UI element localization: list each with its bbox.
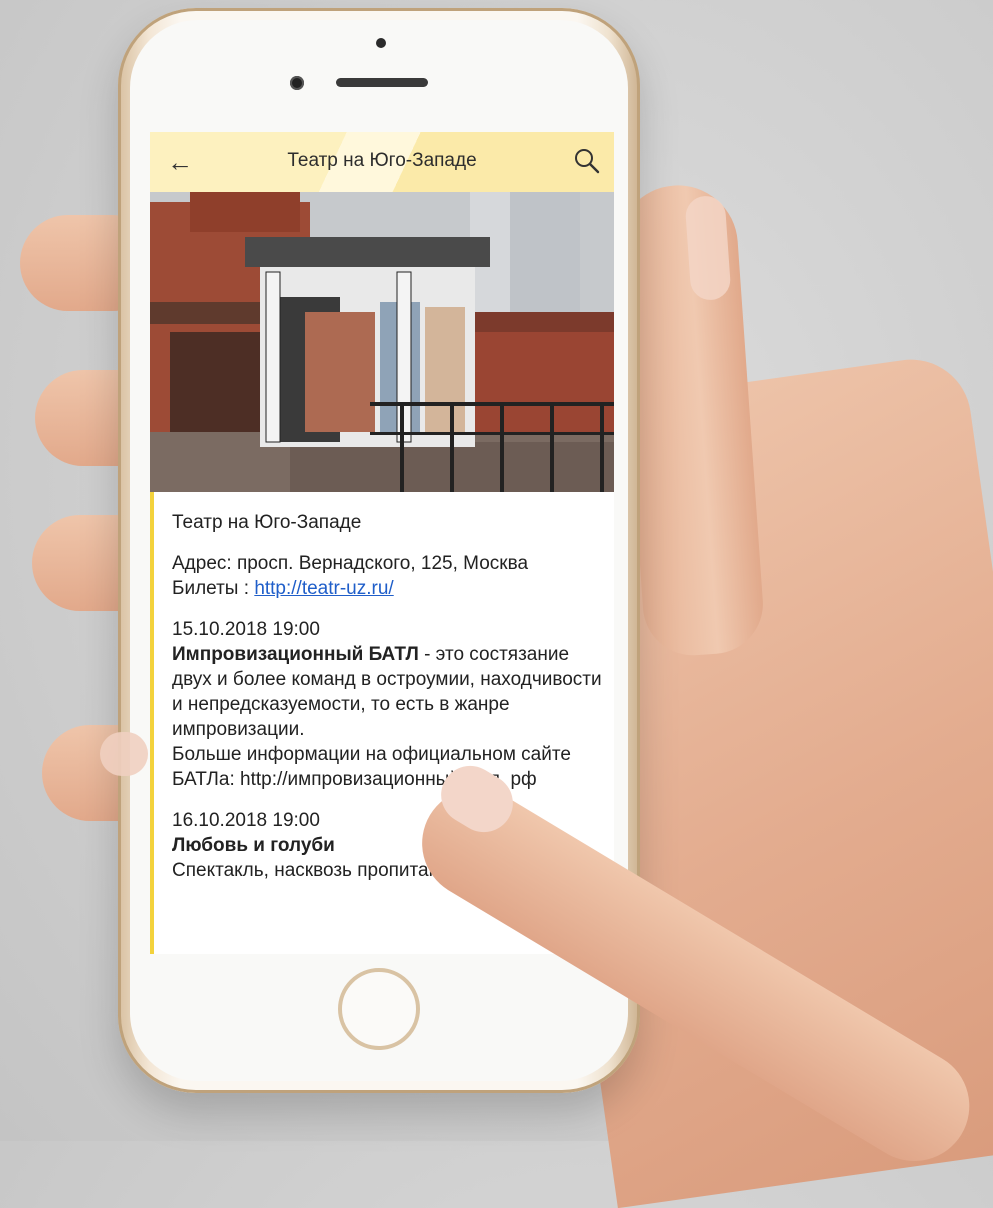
front-camera (290, 76, 304, 90)
top-camera (376, 38, 386, 48)
venue-address: Адрес: просп. Вернадского, 125, Москва (172, 553, 529, 574)
page-title: Театр на Юго-Западе (287, 150, 477, 171)
event-more-info: Больше информации на официальном сайте Б… (172, 744, 571, 790)
arrow-left-icon[interactable]: ← (164, 148, 196, 176)
event-datetime: 15.10.2018 19:00 (172, 619, 320, 640)
tickets-line: Билеты : http://teatr-uz.ru/ (172, 576, 604, 601)
theatre-photo (150, 192, 614, 492)
home-button[interactable] (338, 968, 420, 1050)
event-description: Импровизационный БАТЛ - это состязание д… (172, 642, 604, 742)
venue-name: Театр на Юго-Западе (172, 512, 362, 533)
tickets-label: Билеты : (172, 578, 255, 599)
accent-line (150, 492, 154, 954)
left-finger-nail (100, 732, 148, 776)
search-icon[interactable] (572, 146, 602, 176)
top-bar: ← Театр на Юго-Западе (150, 132, 614, 192)
event-title: Импровизационный БАТЛ (172, 644, 419, 665)
tickets-link[interactable]: http://teatr-uz.ru/ (254, 578, 393, 599)
thumb-nail (684, 194, 732, 302)
earpiece-speaker (336, 78, 428, 87)
